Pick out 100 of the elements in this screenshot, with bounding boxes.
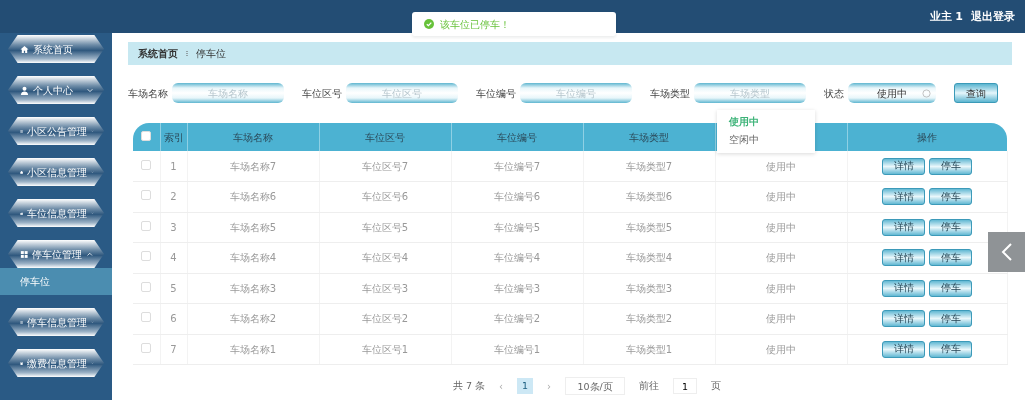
table-cell: 6 (160, 303, 187, 334)
details-button[interactable]: 详情 (882, 157, 925, 175)
row-checkbox[interactable] (141, 190, 152, 201)
table-cell: 车位编号4 (451, 242, 583, 273)
grid-icon (20, 249, 29, 259)
sidebar-item[interactable]: 车位信息管理 (8, 199, 104, 227)
table-cell: 车场名称1 (187, 334, 319, 365)
table-cell: 2 (160, 181, 187, 212)
row-checkbox[interactable] (141, 220, 152, 231)
details-button[interactable]: 详情 (882, 188, 925, 206)
page-button[interactable]: 1 (517, 378, 534, 394)
text-field[interactable]: 车场名称 (172, 83, 284, 103)
table-cell: 使用中 (715, 273, 847, 304)
table-cell: 车场名称5 (187, 212, 319, 243)
table-cell: 车位区号2 (319, 303, 451, 334)
user-icon (20, 85, 29, 95)
row-checkbox[interactable] (141, 159, 152, 170)
table-cell: 车位区号4 (319, 242, 451, 273)
select-all-checkbox[interactable] (141, 130, 152, 141)
page-input[interactable]: 1 (673, 378, 698, 394)
total-count: 共 7 条 (453, 378, 486, 393)
table-cell: 3 (160, 212, 187, 243)
user-name: 业主 1 (929, 9, 963, 25)
page-size-select[interactable]: 10条/页 (565, 377, 626, 395)
table-cell: 车位编号7 (451, 151, 583, 182)
details-button[interactable]: 详情 (882, 279, 925, 297)
sidebar-item[interactable]: 系统首页 (8, 35, 104, 63)
details-button[interactable]: 详情 (882, 310, 925, 328)
table-cell: 使用中 (715, 334, 847, 365)
park-button[interactable]: 停车 (929, 157, 972, 175)
filter-label: 车位编号 (476, 86, 516, 101)
column-header: 车位编号 (451, 123, 583, 151)
logout-link[interactable]: 退出登录 (971, 9, 1015, 26)
table-cell: 车场名称7 (187, 151, 319, 182)
chevron-up-icon (86, 250, 94, 258)
table-cell: 车场类型5 (583, 212, 715, 243)
status-select[interactable]: 使用中 (848, 83, 936, 103)
table-cell: 车位编号1 (451, 334, 583, 365)
table-cell: 车位编号6 (451, 181, 583, 212)
table-cell: 7 (160, 334, 187, 365)
table-cell: 使用中 (715, 181, 847, 212)
filter-label: 车位区号 (302, 86, 342, 101)
table-cell: 车位区号5 (319, 212, 451, 243)
submenu-item[interactable]: 停车位 (0, 268, 112, 295)
table-cell: 车场名称6 (187, 181, 319, 212)
details-button[interactable]: 详情 (882, 218, 925, 236)
row-checkbox[interactable] (141, 312, 152, 323)
check-circle-icon (424, 19, 434, 29)
filter-label: 车场类型 (650, 86, 690, 101)
sidebar-item[interactable]: 缴费信息管理 (8, 349, 104, 377)
table-cell: 车场类型2 (583, 303, 715, 334)
sidebar-item[interactable]: 小区公告管理 (8, 117, 104, 145)
column-header: 操作 (847, 123, 1007, 151)
table-cell: 车场名称3 (187, 273, 319, 304)
column-header: 索引 (160, 123, 187, 151)
table-cell: 车位编号5 (451, 212, 583, 243)
park-button[interactable]: 停车 (929, 249, 972, 267)
row-checkbox[interactable] (141, 281, 152, 292)
home-icon (20, 44, 29, 54)
table-cell: 5 (160, 273, 187, 304)
filter-label: 状态 (824, 86, 844, 101)
park-button[interactable]: 停车 (929, 188, 972, 206)
breadcrumb-item[interactable]: 系统首页 (138, 46, 178, 61)
table-cell: 车场类型7 (583, 151, 715, 182)
row-checkbox[interactable] (141, 342, 152, 353)
dropdown-option[interactable]: 空闲中 (717, 131, 771, 150)
sidebar-item[interactable]: 小区信息管理 (8, 158, 104, 186)
filter-label: 车场名称 (128, 86, 168, 101)
sidebar-item[interactable]: 个人中心 (8, 76, 104, 104)
search-button[interactable]: 查询 (954, 83, 998, 103)
park-button[interactable]: 停车 (929, 340, 972, 358)
table-cell: 车场名称2 (187, 303, 319, 334)
separator-icon (184, 49, 190, 58)
table-cell: 车场名称4 (187, 242, 319, 273)
table-cell: 4 (160, 242, 187, 273)
table-cell: 车位区号1 (319, 334, 451, 365)
park-button[interactable]: 停车 (929, 310, 972, 328)
details-button[interactable]: 详情 (882, 340, 925, 358)
table-cell: 车位区号3 (319, 273, 451, 304)
table-cell: 车场类型1 (583, 334, 715, 365)
table-cell: 车位区号7 (319, 151, 451, 182)
table-cell: 车场类型3 (583, 273, 715, 304)
table-cell: 使用中 (715, 242, 847, 273)
sidebar-item[interactable]: 停车信息管理 (8, 308, 104, 336)
page-unit: 页 (711, 378, 722, 393)
toast-message: 该车位已停车！ (440, 17, 510, 32)
table-cell: 使用中 (715, 212, 847, 243)
text-field[interactable]: 车位编号 (520, 83, 632, 103)
table-cell: 使用中 (715, 303, 847, 334)
park-button[interactable]: 停车 (929, 279, 972, 297)
column-header: 车位区号 (319, 123, 451, 151)
sidebar-item[interactable]: 停车位管理 (8, 240, 104, 268)
clear-icon (922, 88, 931, 98)
details-button[interactable]: 详情 (882, 249, 925, 267)
collapse-button[interactable] (988, 232, 1025, 272)
park-button[interactable]: 停车 (929, 218, 972, 236)
row-checkbox[interactable] (141, 251, 152, 262)
text-field[interactable]: 车位区号 (346, 83, 458, 103)
table-cell: 车位区号6 (319, 181, 451, 212)
table-cell: 车场类型6 (583, 181, 715, 212)
